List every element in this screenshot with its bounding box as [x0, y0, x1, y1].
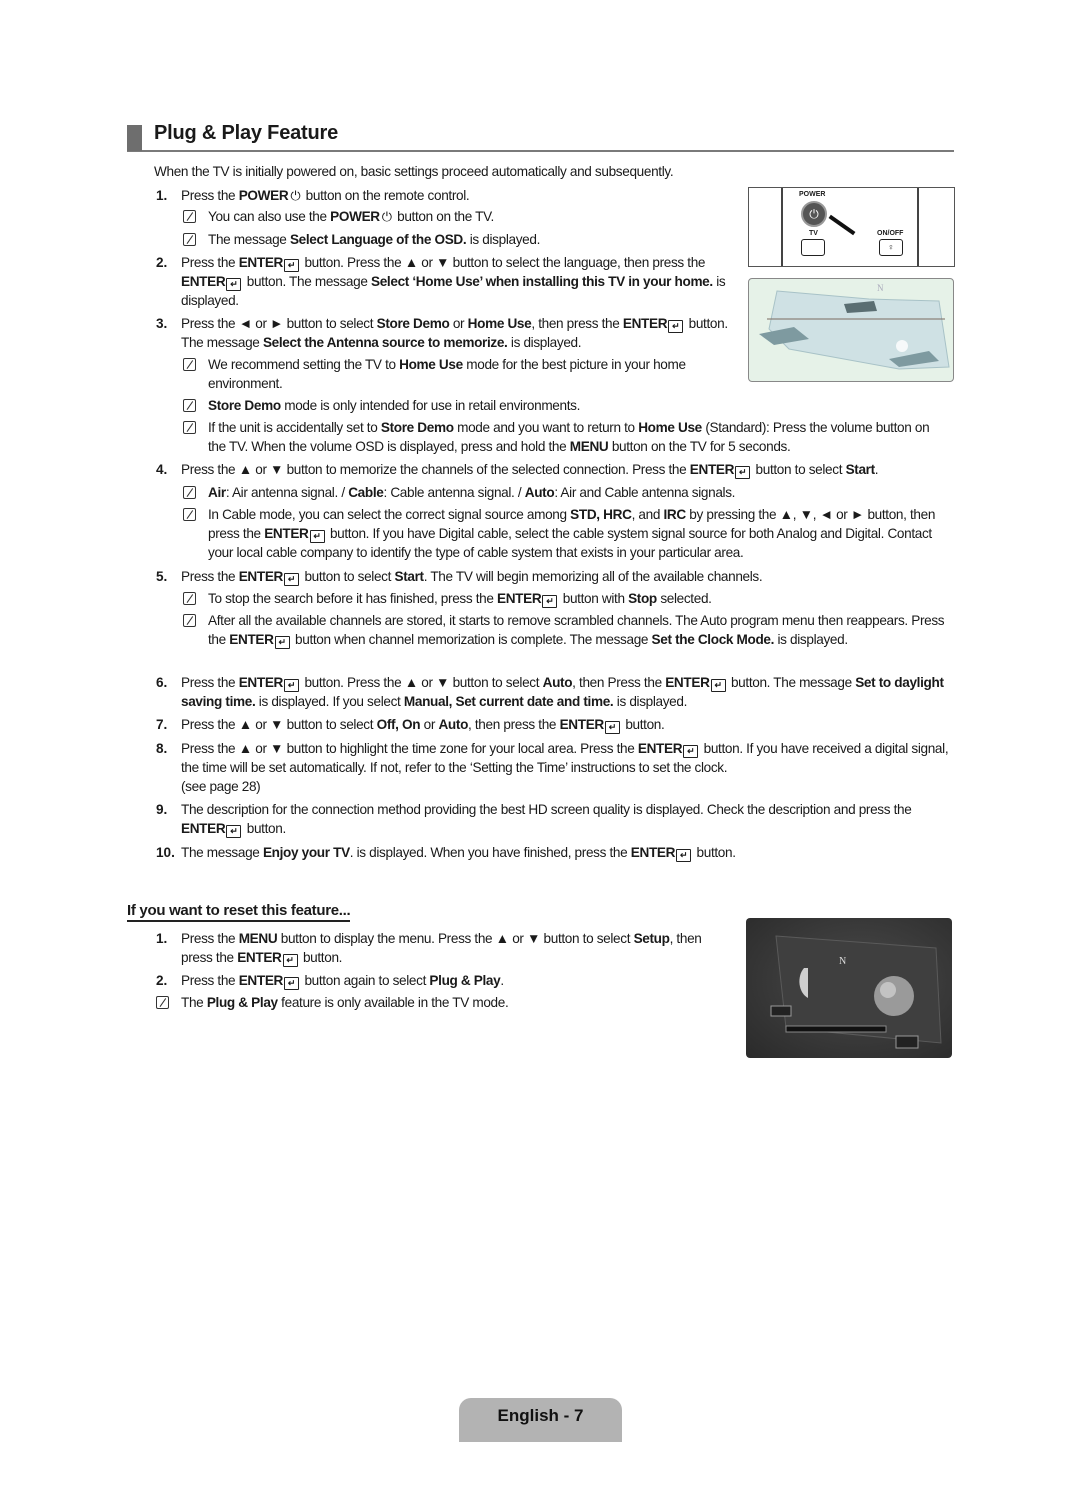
n-mark: N	[877, 283, 884, 293]
osd-screen-illustration: N	[748, 278, 954, 382]
step-text: Press the ▲ or ▼ button to highlight the…	[181, 741, 949, 794]
note-text: The Plug & Play feature is only availabl…	[181, 995, 509, 1010]
pointer-arrow-icon	[828, 214, 856, 236]
step-text: The description for the connection metho…	[181, 802, 912, 838]
note-text: The message Select Language of the OSD. …	[208, 232, 540, 247]
note-icon	[183, 233, 196, 246]
step-number: 8.	[156, 741, 168, 756]
clip-shape	[770, 1005, 792, 1017]
note-icon	[183, 399, 196, 412]
step-text: Press the ▲ or ▼ button to memorize the …	[181, 462, 879, 479]
clip-shape	[895, 1035, 919, 1049]
step-number: 7.	[156, 717, 168, 732]
note-text: Store Demo mode is only intended for use…	[208, 398, 581, 413]
setup-menu-illustration: N	[746, 918, 952, 1058]
setup-graphic: N	[770, 935, 942, 1049]
power-label: POWER	[799, 191, 826, 198]
step-number: 1.	[156, 931, 168, 946]
remote-edge	[781, 188, 783, 266]
intro-text: When the TV is initially powered on, bas…	[154, 164, 674, 179]
step-text: Press the ▲ or ▼ button to select Off, O…	[181, 717, 665, 734]
note-text: If the unit is accidentally set to Store…	[208, 420, 930, 454]
note-text: You can also use the POWER ⏻ button on th…	[208, 209, 494, 224]
step-text: Press the ENTER ↵ button to select Start.…	[181, 569, 763, 586]
note-icon	[183, 486, 196, 499]
step-number: 9.	[156, 802, 168, 817]
step-number: 5.	[156, 569, 168, 584]
remote-edge	[917, 188, 919, 266]
step-text: Press the ENTER ↵ button. Press the ▲ or …	[181, 255, 726, 308]
step-text: Press the ENTER ↵ button again to select …	[181, 973, 504, 990]
note-icon	[183, 210, 196, 223]
note-text: In Cable mode, you can select the correc…	[208, 507, 936, 560]
reset-heading: If you want to reset this feature...	[127, 902, 351, 922]
step-text: Press the ENTER ↵ button. Press the ▲ or …	[181, 675, 944, 709]
page-title: Plug & Play Feature	[154, 122, 339, 144]
tv-label: TV	[809, 230, 818, 237]
sphere-highlight	[880, 982, 896, 998]
manual-page: Plug & Play Feature When the TV is initi…	[0, 0, 1080, 1488]
note-text: We recommend setting the TV to Home Use …	[208, 357, 686, 391]
note-icon	[183, 614, 196, 627]
note-text: To stop the search before it has finishe…	[208, 591, 712, 608]
step-text: The message Enjoy your TV. is displayed.…	[181, 845, 736, 862]
note-icon	[183, 592, 196, 605]
onoff-label: ON/OFF	[877, 230, 904, 237]
step-number: 4.	[156, 462, 168, 477]
sphere-shape	[874, 976, 914, 1016]
tv-button-icon	[801, 239, 825, 256]
highlight-dot	[896, 340, 908, 352]
step-text: Press the POWER ⏻ button on the remote co…	[181, 188, 470, 203]
osd-graphic: N	[759, 283, 950, 370]
step-number: 2.	[156, 255, 168, 270]
page-number: English - 7	[497, 1406, 584, 1425]
step-number: 10.	[156, 845, 175, 860]
light-bulb-icon: ♀	[879, 239, 903, 256]
note-icon	[183, 358, 196, 371]
title-bar-mark	[127, 125, 142, 151]
power-button-icon: ⏻	[801, 201, 827, 227]
note-icon	[183, 508, 196, 521]
remote-control-illustration: POWER ⏻ TV ON/OFF ♀	[748, 187, 955, 267]
note-icon	[183, 421, 196, 434]
note-text: Air: Air antenna signal. / Cable: Cable …	[208, 485, 736, 500]
section-header: Plug & Play Feature	[127, 122, 954, 152]
base-shape	[785, 1025, 887, 1033]
step-text: Press the ◄ or ► button to select Store …	[181, 316, 728, 350]
step-number: 2.	[156, 973, 168, 988]
n-mark: N	[839, 956, 846, 967]
page-number-tab: English - 7	[459, 1398, 622, 1442]
step-text: Press the MENU button to display the men…	[181, 931, 702, 967]
note-icon	[156, 996, 169, 1009]
note-text: After all the available channels are sto…	[208, 613, 945, 649]
step-number: 6.	[156, 675, 168, 690]
step-number: 1.	[156, 188, 168, 203]
step-number: 3.	[156, 316, 168, 331]
